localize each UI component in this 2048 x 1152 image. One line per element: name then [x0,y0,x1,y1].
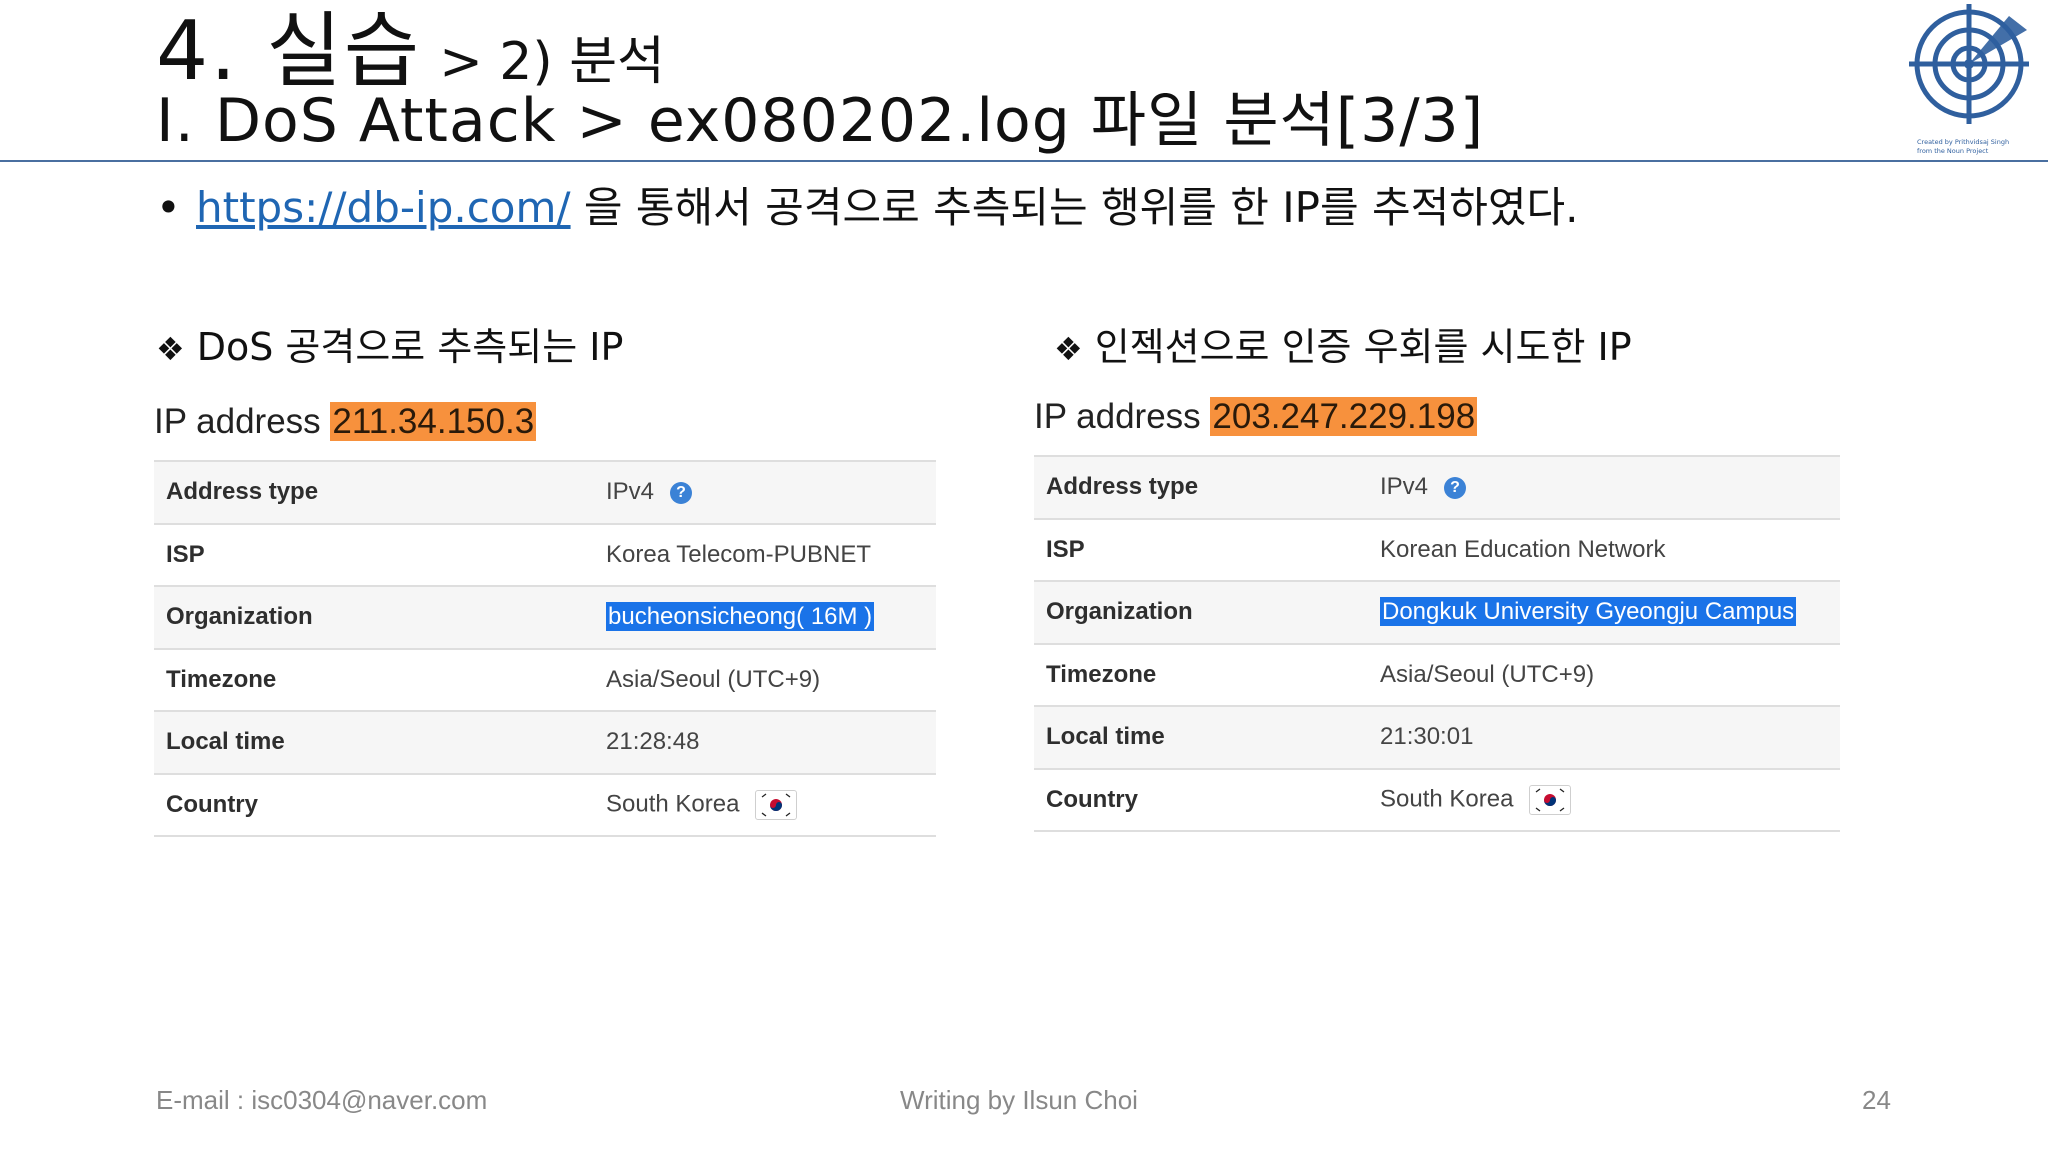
ip-info-table: Address type IPv4? ISP Korean Education … [1034,455,1840,832]
header-divider [0,160,2048,162]
left-section-heading: ❖ DoS 공격으로 추측되는 IP [156,320,623,376]
ip-address-line: IP address 203.247.229.198 [1034,393,1840,441]
help-icon[interactable]: ? [670,481,693,504]
row-value: Asia/Seoul (UTC+9) [606,665,821,693]
table-row: ISP Korea Telecom-PUBNET [154,523,936,587]
row-key: ISP [1046,535,1085,563]
ip-label: IP address [1034,397,1211,436]
title-sub: > 2) 분석 [439,32,665,92]
selected-text: Dongkuk University Gyeongju Campus [1380,597,1797,627]
table-row: Address type IPv4? [154,461,936,524]
table-row: Country South Korea [1034,768,1840,832]
diamond-bullet-icon: ❖ [1054,330,1083,368]
row-value: Asia/Seoul (UTC+9) [1380,660,1595,688]
row-key: Timezone [1046,660,1157,688]
selected-text: bucheonsicheong( 16M ) [606,602,875,632]
row-value: South Korea [594,774,936,837]
page-number: 24 [1862,1085,1891,1115]
row-key: Address type [166,478,319,506]
left-ip-card: IP address 211.34.150.3 Address type IPv… [154,398,936,837]
table-row: Organization Dongkuk University Gyeongju… [1034,581,1840,644]
intro-line: • https://db-ip.com/ 을 통해서 공격으로 추측되는 행위를 … [156,178,1579,238]
logo-caption-line1: Created by Prithvidsaj Singh [1917,138,2009,146]
row-value: IPv4? [594,461,936,524]
table-row: Timezone Asia/Seoul (UTC+9) [1034,643,1840,707]
row-key: Timezone [166,665,277,693]
row-key: Local time [1046,723,1165,751]
right-ip-card: IP address 203.247.229.198 Address type … [1034,393,1840,832]
right-heading-text: 인젝션으로 인증 우회를 시도한 IP [1094,325,1632,369]
table-row: Country South Korea [154,773,936,837]
row-key: Country [1046,785,1138,813]
row-key: Address type [1046,473,1199,501]
row-value: South Korea [1368,769,1840,832]
row-key: Organization [1046,598,1193,626]
row-value: bucheonsicheong( 16M ) [594,586,936,649]
south-korea-flag-icon [755,789,798,820]
right-section-heading: ❖ 인젝션으로 인증 우회를 시도한 IP [1054,320,1632,376]
table-row: Local time 21:28:48 [154,711,936,774]
table-row: Organization bucheonsicheong( 16M ) [154,586,936,649]
slide-subtitle: I. DoS Attack > ex080202.log 파일 분석[3/3] [156,86,1485,156]
row-key: Local time [166,728,285,756]
row-key: Organization [166,603,313,631]
ip-address-line: IP address 211.34.150.3 [154,398,936,446]
ip-value: 211.34.150.3 [330,402,537,441]
table-row: Timezone Asia/Seoul (UTC+9) [154,648,936,712]
row-key: Country [166,790,258,818]
footer-author: Writing by Ilsun Choi [900,1085,1138,1115]
ip-info-table: Address type IPv4? ISP Korea Telecom-PUB… [154,460,936,837]
left-heading-text: DoS 공격으로 추측되는 IP [196,325,624,369]
table-row: ISP Korean Education Network [1034,518,1840,582]
row-value: 21:30:01 [1380,723,1474,751]
db-ip-link[interactable]: https://db-ip.com/ [196,183,571,232]
help-icon[interactable]: ? [1444,476,1467,499]
table-row: Address type IPv4? [1034,456,1840,519]
bullet-mark: • [156,183,181,232]
diamond-bullet-icon: ❖ [156,330,185,368]
row-value: Korean Education Network [1380,535,1666,563]
ip-label: IP address [154,402,331,441]
radar-target-logo-icon: Created by Prithvidsaj Singh from the No… [1905,2,2033,158]
south-korea-flag-icon [1529,784,1572,815]
row-value: 21:28:48 [606,728,700,756]
table-row: Local time 21:30:01 [1034,706,1840,769]
logo-caption-line2: from the Noun Project [1917,147,1989,155]
footer-email: E-mail : isc0304@naver.com [156,1085,488,1115]
intro-text: 을 통해서 공격으로 추측되는 행위를 한 IP를 추적하였다. [570,183,1579,232]
row-value: Dongkuk University Gyeongju Campus [1368,581,1840,644]
ip-value: 203.247.229.198 [1210,397,1478,436]
row-value: Korea Telecom-PUBNET [606,540,871,568]
row-key: ISP [166,540,205,568]
row-value: IPv4? [1368,456,1840,519]
